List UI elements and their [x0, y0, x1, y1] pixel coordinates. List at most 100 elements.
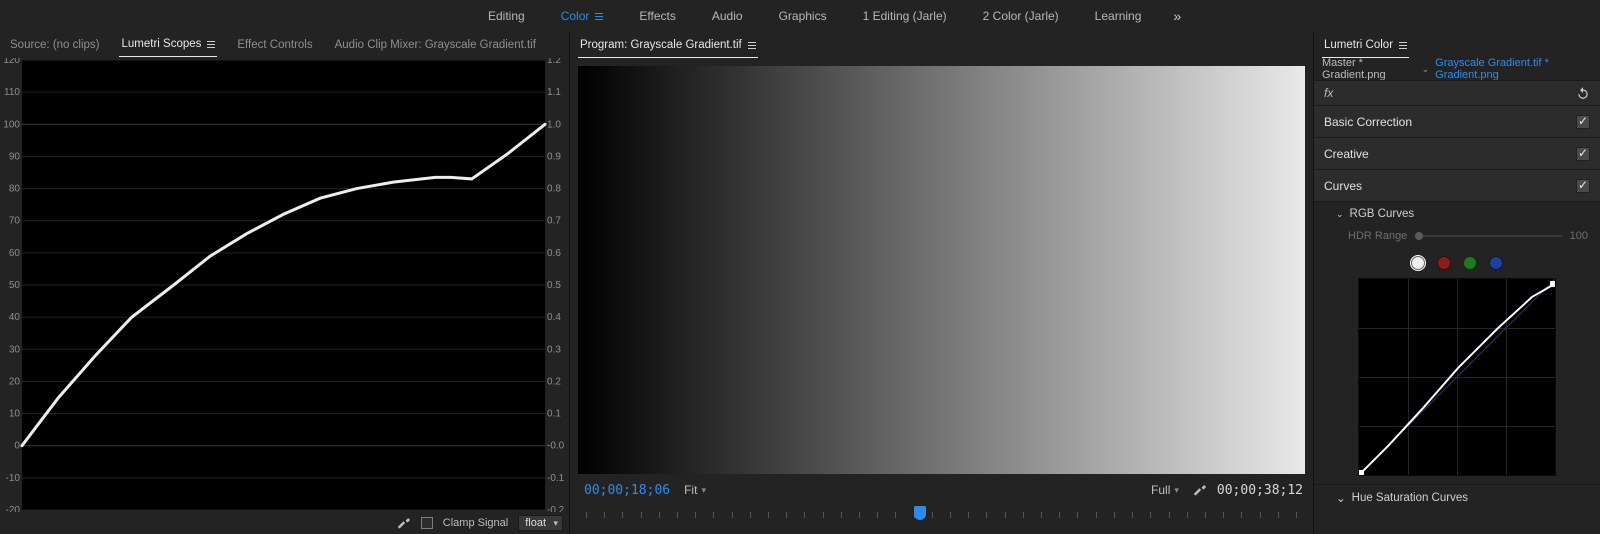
zoom-fit-select[interactable]: Fit▾	[680, 481, 710, 499]
workspace-tab-effects[interactable]: Effects	[621, 0, 693, 32]
rgb-curves-header[interactable]: ⌄ RGB Curves	[1314, 202, 1600, 226]
panel-menu-icon[interactable]	[207, 41, 215, 48]
mini-timeline[interactable]	[586, 506, 1297, 530]
channel-green-button[interactable]	[1463, 256, 1477, 270]
resolution-select[interactable]: Full ▾	[1147, 481, 1183, 499]
sequence-clip-label[interactable]: Grayscale Gradient.tif * Gradient.png	[1435, 57, 1592, 81]
workspace-tab-audio[interactable]: Audio	[694, 0, 761, 32]
workspace-label: 2 Color (Jarle)	[983, 0, 1059, 32]
hamburger-icon[interactable]	[595, 13, 603, 20]
svg-text:0.8: 0.8	[547, 184, 561, 195]
svg-text:0.6: 0.6	[547, 248, 561, 259]
svg-text:60: 60	[9, 248, 21, 259]
svg-text:-0.2: -0.2	[547, 505, 565, 512]
program-monitor[interactable]	[578, 66, 1305, 474]
section-enable-checkbox[interactable]	[1576, 115, 1590, 129]
tab-audio-clip-mixer[interactable]: Audio Clip Mixer: Grayscale Gradient.tif	[333, 34, 538, 57]
scope-mode-select[interactable]: float	[518, 515, 563, 531]
section-enable-checkbox[interactable]	[1576, 147, 1590, 161]
chevron-down-icon[interactable]: ⌄	[1422, 64, 1430, 75]
master-clip-label[interactable]: Master * Gradient.png	[1322, 57, 1416, 81]
svg-text:120: 120	[3, 58, 20, 66]
fx-badge[interactable]: fx	[1324, 86, 1333, 100]
hdr-value[interactable]: 100	[1570, 230, 1588, 242]
scopes-panel: Source: (no clips) Lumetri Scopes Effect…	[0, 32, 570, 534]
lumetri-panel-tabs: Lumetri Color	[1314, 32, 1600, 58]
section-label: Basic Correction	[1324, 115, 1412, 129]
tab-label: Lumetri Scopes	[121, 38, 201, 50]
workspace-tab-custom2[interactable]: 2 Color (Jarle)	[965, 0, 1077, 32]
workspace-overflow-button[interactable]: »	[1159, 8, 1196, 24]
svg-text:0.5: 0.5	[547, 280, 561, 291]
chevron-down-icon: ▾	[1174, 485, 1179, 496]
svg-text:0.3: 0.3	[547, 344, 561, 355]
workspace-label: Graphics	[779, 0, 827, 32]
scope-body: 1201101009080706050403020100-10-20 1.21.…	[0, 58, 569, 534]
wrench-icon[interactable]	[397, 516, 411, 530]
workspace-label: Audio	[712, 0, 743, 32]
wrench-icon[interactable]	[1193, 483, 1207, 497]
chevron-down-icon: ▾	[701, 485, 706, 496]
scope-chart: 1201101009080706050403020100-10-20 1.21.…	[0, 58, 569, 512]
svg-text:1.0: 1.0	[547, 119, 561, 130]
scope-footer: Clamp Signal float	[397, 512, 563, 534]
scopes-panel-tabs: Source: (no clips) Lumetri Scopes Effect…	[0, 32, 569, 58]
workspace-label: Color	[561, 0, 590, 32]
channel-blue-button[interactable]	[1489, 256, 1503, 270]
panel-menu-icon[interactable]	[1399, 42, 1407, 49]
timeline-ticks	[586, 512, 1297, 522]
channel-red-button[interactable]	[1437, 256, 1451, 270]
workspace-tab-editing[interactable]: Editing	[470, 0, 543, 32]
playhead[interactable]	[914, 506, 926, 520]
workspace-bar: Editing Color Effects Audio Graphics 1 E…	[0, 0, 1600, 32]
svg-text:0.7: 0.7	[547, 216, 561, 227]
select-value: Full	[1151, 483, 1170, 497]
timecode-current[interactable]: 00;00;18;06	[580, 483, 670, 498]
tab-effect-controls[interactable]: Effect Controls	[235, 34, 314, 57]
section-curves[interactable]: Curves	[1314, 170, 1600, 202]
section-enable-checkbox[interactable]	[1576, 179, 1590, 193]
svg-text:0.1: 0.1	[547, 409, 561, 420]
svg-text:20: 20	[9, 376, 21, 387]
workspace-tab-learning[interactable]: Learning	[1077, 0, 1160, 32]
svg-text:1.1: 1.1	[547, 87, 561, 98]
channel-luma-button[interactable]	[1411, 256, 1425, 270]
rgb-channel-selector	[1314, 252, 1600, 278]
section-creative[interactable]: Creative	[1314, 138, 1600, 170]
tab-lumetri-scopes[interactable]: Lumetri Scopes	[119, 33, 217, 57]
hdr-label: HDR Range	[1348, 230, 1407, 242]
svg-text:70: 70	[9, 216, 21, 227]
tab-label: Effect Controls	[237, 39, 312, 51]
program-panel: Program: Grayscale Gradient.tif 00;00;18…	[570, 32, 1314, 534]
svg-text:90: 90	[9, 151, 21, 162]
tab-lumetri-color[interactable]: Lumetri Color	[1322, 34, 1409, 58]
section-basic-correction[interactable]: Basic Correction	[1314, 106, 1600, 138]
tab-label: Program: Grayscale Gradient.tif	[580, 39, 742, 51]
reset-icon[interactable]	[1576, 86, 1590, 100]
svg-text:-0.1: -0.1	[547, 473, 565, 484]
hdr-range-row: HDR Range 100	[1314, 226, 1600, 252]
workspace-tab-custom1[interactable]: 1 Editing (Jarle)	[845, 0, 965, 32]
timecode-duration: 00;00;38;12	[1217, 483, 1303, 498]
slider-knob[interactable]	[1415, 232, 1423, 240]
hue-saturation-header[interactable]: ⌄ Hue Saturation Curves	[1314, 484, 1600, 511]
svg-text:-0.0: -0.0	[547, 441, 565, 452]
clamp-signal-checkbox[interactable]	[421, 517, 433, 529]
hdr-range-slider[interactable]	[1415, 235, 1561, 237]
tab-label: Lumetri Color	[1324, 39, 1393, 51]
workspace-tab-graphics[interactable]: Graphics	[761, 0, 845, 32]
svg-text:-20: -20	[6, 505, 21, 512]
svg-text:10: 10	[9, 409, 21, 420]
svg-text:30: 30	[9, 344, 21, 355]
subsection-label: Hue Saturation Curves	[1352, 492, 1468, 504]
section-label: Curves	[1324, 179, 1362, 193]
workspace-label: Learning	[1095, 0, 1142, 32]
lumetri-panel: Lumetri Color Master * Gradient.png ⌄ Gr…	[1314, 32, 1600, 534]
svg-text:40: 40	[9, 312, 21, 323]
rgb-curve-editor[interactable]	[1358, 278, 1556, 476]
panel-menu-icon[interactable]	[748, 42, 756, 49]
workspace-label: Editing	[488, 0, 525, 32]
tab-program[interactable]: Program: Grayscale Gradient.tif	[578, 34, 758, 58]
workspace-tab-color[interactable]: Color	[543, 0, 622, 32]
tab-source[interactable]: Source: (no clips)	[8, 34, 101, 57]
